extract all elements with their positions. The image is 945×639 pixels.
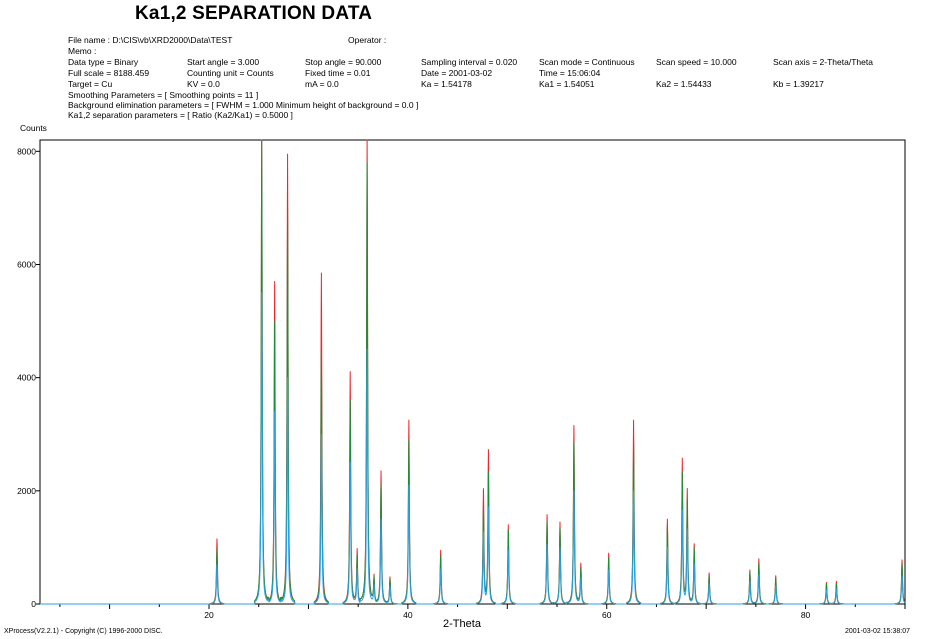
diffraction-chart: 0 2000 4000 6000 8000 20 40 60 80 Counts 2-Thet… bbox=[17, 123, 906, 630]
y-tick-label: 8000 bbox=[17, 146, 36, 156]
x-tick-label: 60 bbox=[602, 610, 612, 620]
y-axis-title: Counts bbox=[20, 123, 47, 133]
y-axis-ticks: 0 2000 4000 6000 8000 bbox=[17, 146, 40, 609]
x-tick-label: 80 bbox=[801, 610, 811, 620]
timestamp-footer: 2001-03-02 15:38:07 bbox=[845, 628, 910, 635]
y-tick-label: 2000 bbox=[17, 486, 36, 496]
separated-series-line bbox=[39, 139, 906, 605]
y-tick-label: 6000 bbox=[17, 259, 36, 269]
copyright-footer: XProcess(V2.2.1) - Copyright (C) 1996-20… bbox=[4, 628, 163, 635]
plot-border bbox=[39, 139, 906, 605]
x-tick-label: 20 bbox=[204, 610, 214, 620]
x-axis-ticks: 20 40 60 80 bbox=[59, 604, 906, 620]
series-layer bbox=[39, 139, 906, 605]
y-tick-label: 0 bbox=[31, 599, 36, 609]
x-axis-title: 2-Theta bbox=[443, 618, 482, 630]
raw-series-line bbox=[39, 139, 906, 605]
plot-frame bbox=[39, 139, 906, 605]
y-tick-label: 4000 bbox=[17, 373, 36, 383]
ka1-series-line bbox=[39, 292, 906, 605]
x-tick-label: 40 bbox=[403, 610, 413, 620]
